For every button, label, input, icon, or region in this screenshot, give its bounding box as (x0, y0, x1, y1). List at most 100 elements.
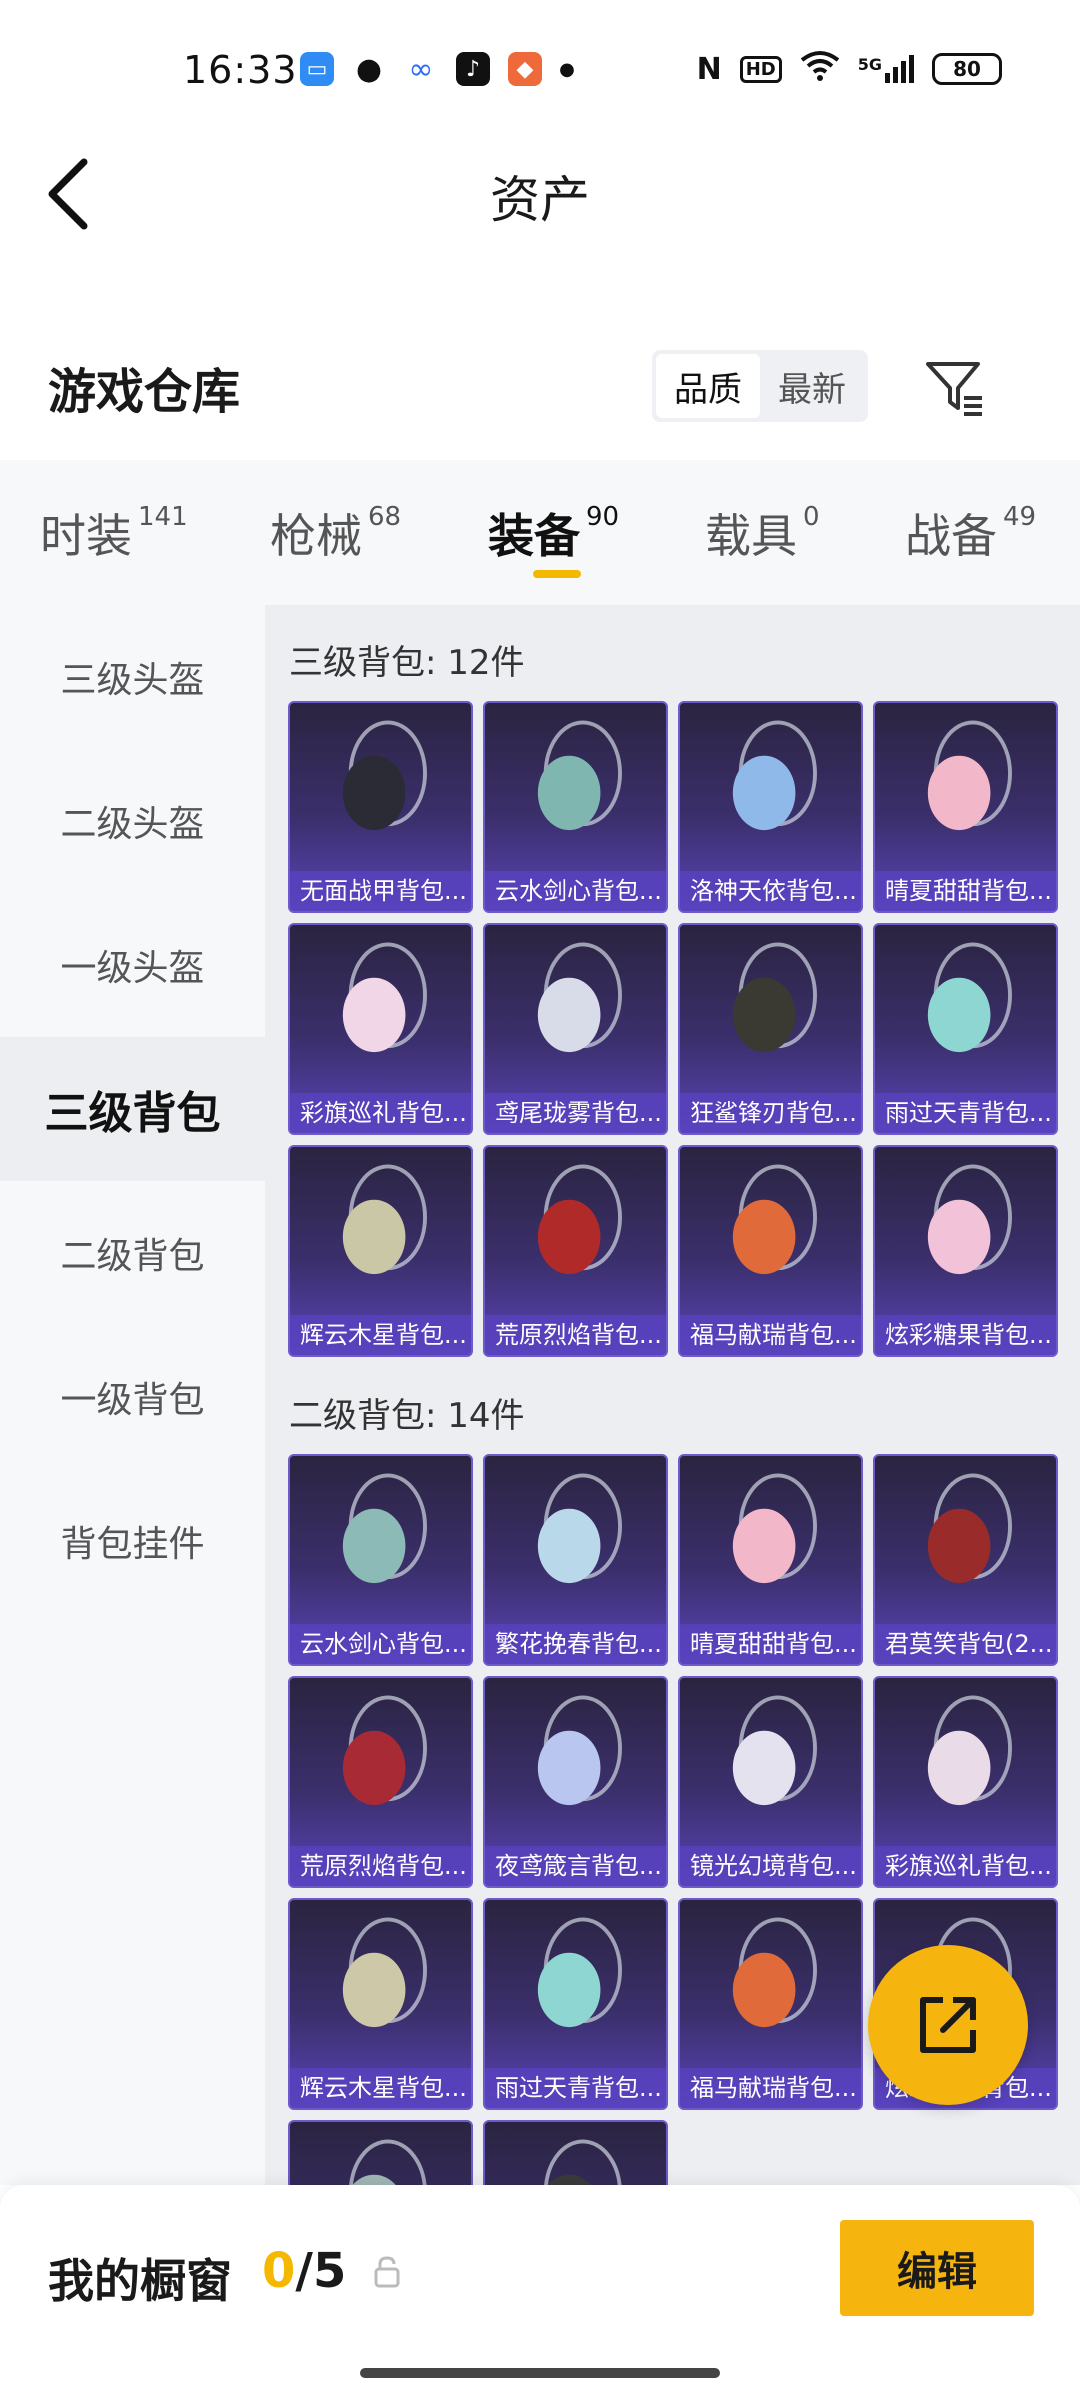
backpack-icon (342, 720, 427, 831)
item-card[interactable]: 鸢尾珑雾背包... (483, 923, 668, 1135)
sidebar-item-level1-backpack[interactable]: 一级背包 (0, 1325, 265, 1469)
item-card[interactable]: 晴夏甜甜背包... (873, 701, 1058, 913)
status-app-icons: ▭ ● ∞ ♪ ◆ ● (300, 51, 575, 87)
backpack-icon (537, 1473, 622, 1584)
item-card[interactable]: 洛神天依背包... (678, 701, 863, 913)
item-card[interactable]: 辉云木星背包... (288, 1145, 473, 1357)
sidebar-item-level2-backpack[interactable]: 二级背包 (0, 1181, 265, 1325)
item-name: 晴夏甜甜背包... (875, 871, 1056, 911)
backpack-icon (537, 942, 622, 1053)
item-card[interactable]: 镜光幻境背包... (678, 1676, 863, 1888)
item-name: 辉云木星背包... (290, 2068, 471, 2108)
item-card[interactable]: 狂鲨锋刃背包... (678, 923, 863, 1135)
item-name: 云水剑心背包... (290, 1624, 471, 1664)
backpack-icon (732, 1473, 817, 1584)
tab-firearms[interactable]: 枪械 68 (270, 500, 401, 566)
backpack-icon (927, 942, 1012, 1053)
filter-button[interactable] (922, 356, 986, 420)
calendar-icon: ▭ (300, 52, 334, 86)
sort-quality-button[interactable]: 品质 (656, 354, 760, 418)
backpack-icon (537, 720, 622, 831)
item-card[interactable]: 君莫笑背包(2... (873, 1454, 1058, 1666)
home-indicator[interactable] (360, 2368, 720, 2378)
sidebar-item-level3-backpack[interactable]: 三级背包 (0, 1037, 265, 1181)
showcase-label: 我的橱窗 (48, 2254, 232, 2308)
signal-icon: 5G (858, 55, 914, 83)
sidebar-item-level2-helmet[interactable]: 二级头盔 (0, 749, 265, 893)
tab-count: 0 (803, 502, 820, 532)
backpack-icon (927, 1695, 1012, 1806)
tab-label: 载具 (705, 509, 797, 563)
tab-count: 90 (586, 502, 620, 532)
sidebar-item-level1-helmet[interactable]: 一级头盔 (0, 893, 265, 1037)
lock-icon (372, 2255, 402, 2289)
item-name: 君莫笑背包(2... (875, 1624, 1056, 1664)
item-card[interactable]: 繁花挽春背包... (483, 1454, 668, 1666)
status-indicators: N HD 5G 80 (697, 50, 1002, 88)
sidebar-item-level3-helmet[interactable]: 三级头盔 (0, 605, 265, 749)
wifi-icon (800, 50, 840, 88)
item-card[interactable]: 雨过天青背包... (873, 923, 1058, 1135)
tab-equipment[interactable]: 装备 90 (488, 500, 619, 566)
sidebar-item-backpack-charm[interactable]: 背包挂件 (0, 1469, 265, 1613)
share-button[interactable] (868, 1945, 1028, 2105)
item-card[interactable] (483, 2120, 668, 2185)
item-name: 晴夏甜甜背包... (680, 1624, 861, 1664)
item-card[interactable]: 彩旗巡礼背包... (873, 1676, 1058, 1888)
item-card[interactable]: 荒原烈焰背包... (483, 1145, 668, 1357)
backpack-icon (927, 720, 1012, 831)
sort-toggle: 品质 最新 (652, 350, 868, 422)
backpack-icon (342, 1695, 427, 1806)
backpack-icon (927, 1473, 1012, 1584)
item-name: 雨过天青背包... (875, 1093, 1056, 1133)
item-card[interactable] (288, 2120, 473, 2185)
tab-supplies[interactable]: 战备 49 (905, 500, 1036, 566)
category-tabs: 时装 141 枪械 68 装备 90 载具 0 战备 49 (0, 460, 1080, 605)
item-card[interactable]: 云水剑心背包... (483, 701, 668, 913)
backpack-icon (732, 942, 817, 1053)
status-time: 16:33 (183, 48, 298, 92)
tab-count: 68 (368, 502, 402, 532)
item-card[interactable]: 夜鸢箴言背包... (483, 1676, 668, 1888)
baidu-cloud-icon: ∞ (408, 51, 434, 87)
sort-latest-button[interactable]: 最新 (760, 354, 864, 418)
item-name: 炫彩糖果背包... (875, 1315, 1056, 1355)
item-card[interactable]: 福马献瑞背包... (678, 1145, 863, 1357)
item-card[interactable]: 辉云木星背包... (288, 1898, 473, 2110)
backpack-icon (342, 1917, 427, 2028)
item-card[interactable]: 云水剑心背包... (288, 1454, 473, 1666)
showcase-count: 0/5 (262, 2243, 346, 2299)
tab-count: 49 (1003, 502, 1037, 532)
backpack-icon (537, 1164, 622, 1275)
item-card[interactable]: 彩旗巡礼背包... (288, 923, 473, 1135)
item-card[interactable]: 晴夏甜甜背包... (678, 1454, 863, 1666)
item-name: 福马献瑞背包... (680, 2068, 861, 2108)
tab-vehicles[interactable]: 载具 0 (705, 500, 820, 566)
backpack-icon (537, 1695, 622, 1806)
item-name: 荒原烈焰背包... (485, 1315, 666, 1355)
item-card[interactable]: 无面战甲背包... (288, 701, 473, 913)
wechat-icon: ● (355, 51, 383, 87)
battery-level: 80 (953, 57, 981, 81)
active-tab-indicator (533, 570, 581, 578)
edit-button[interactable]: 编辑 (840, 2220, 1034, 2316)
tab-fashion[interactable]: 时装 141 (40, 500, 188, 566)
item-card[interactable]: 荒原烈焰背包... (288, 1676, 473, 1888)
item-card[interactable]: 炫彩糖果背包... (873, 1145, 1058, 1357)
backpack-icon (732, 1164, 817, 1275)
item-card[interactable]: 福马献瑞背包... (678, 1898, 863, 2110)
showcase-total: /5 (295, 2243, 347, 2299)
item-name: 无面战甲背包... (290, 871, 471, 911)
item-card[interactable]: 雨过天青背包... (483, 1898, 668, 2110)
backpack-icon (927, 1164, 1012, 1275)
section-title: 二级背包: 14件 (289, 1396, 525, 1436)
network-type: 5G (857, 55, 882, 74)
more-dot-icon: ● (559, 58, 575, 80)
hd-icon: HD (739, 55, 782, 83)
item-name: 荒原烈焰背包... (290, 1846, 471, 1886)
item-name: 繁花挽春背包... (485, 1624, 666, 1664)
nfc-icon: N (696, 51, 722, 87)
tab-label: 装备 (488, 509, 580, 563)
item-name: 洛神天依背包... (680, 871, 861, 911)
backpack-icon (732, 1695, 817, 1806)
